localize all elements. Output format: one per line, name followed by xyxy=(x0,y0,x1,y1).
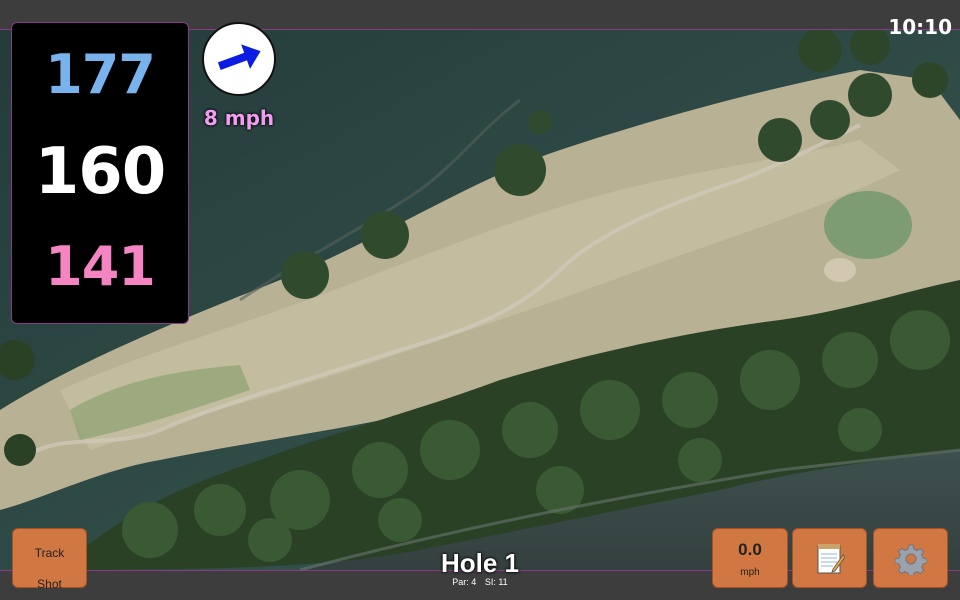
gear-icon xyxy=(894,544,927,578)
hole-stroke-index: SI: 11 xyxy=(484,577,508,587)
notes-button[interactable] xyxy=(792,528,867,588)
middle-distance: 160 xyxy=(34,135,167,209)
wind-indicator xyxy=(202,22,276,96)
track-shot-label-line1: Track xyxy=(34,546,65,560)
wind-speed: 8 mph xyxy=(203,106,275,130)
hole-par: Par: 4 xyxy=(452,577,477,587)
settings-button[interactable] xyxy=(873,528,948,588)
hole-title: Hole 1 xyxy=(440,548,520,578)
notepad-icon xyxy=(817,544,846,574)
clock: 10:10 xyxy=(888,15,952,39)
track-shot-label-line2: Shot xyxy=(37,577,62,591)
back-distance: 177 xyxy=(45,43,156,106)
speed-unit: mph xyxy=(740,567,760,578)
distance-panel: 177 160 141 xyxy=(11,22,189,324)
track-shot-button[interactable]: Track Shot xyxy=(12,528,87,591)
speed-button[interactable]: 0.0 mph xyxy=(712,528,788,588)
front-distance: 141 xyxy=(45,235,156,298)
wind-arrow-icon xyxy=(217,44,261,70)
speed-value: 0.0 xyxy=(738,540,762,559)
hole-meta: Par: 4 SI: 11 xyxy=(380,577,580,587)
